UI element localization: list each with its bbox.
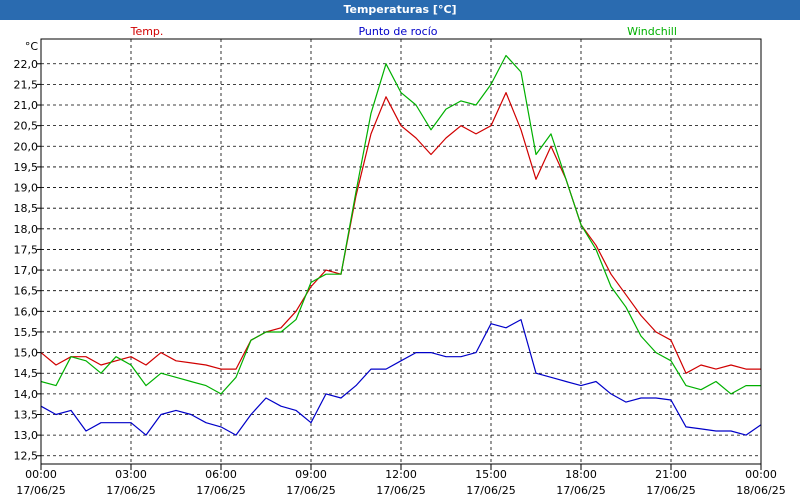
y-axis-unit: °C xyxy=(25,40,39,53)
y-tick-label: 19,0 xyxy=(14,182,39,195)
x-tick-time-label: 15:00 xyxy=(475,468,507,481)
y-tick-label: 15,0 xyxy=(14,347,39,360)
x-tick-date-label: 17/06/25 xyxy=(196,484,245,497)
y-tick-label: 22,0 xyxy=(14,58,39,71)
y-tick-label: 16,5 xyxy=(14,285,39,298)
y-tick-label: 21,5 xyxy=(14,78,39,91)
x-tick-time-label: 06:00 xyxy=(205,468,237,481)
y-tick-label: 14,5 xyxy=(14,367,39,380)
x-tick-date-label: 17/06/25 xyxy=(646,484,695,497)
y-tick-label: 13,5 xyxy=(14,408,39,421)
y-axis: 12,5 13,0 13,5 14,0 14,5 15,0 15,5 16,0 16,5 17,0… xyxy=(14,40,41,463)
legend-entry-2: Windchill xyxy=(627,25,677,38)
y-tick-label: 13,0 xyxy=(14,429,39,442)
y-tick-label: 12,5 xyxy=(14,450,39,463)
y-tick-label: 20,0 xyxy=(14,140,39,153)
y-tick-label: 17,0 xyxy=(14,264,39,277)
y-tick-label: 18,0 xyxy=(14,223,39,236)
y-tick-label: 14,0 xyxy=(14,388,39,401)
y-tick-label: 19,5 xyxy=(14,161,39,174)
y-tick-label: 15,5 xyxy=(14,326,39,339)
y-tick-label: 18,5 xyxy=(14,202,39,215)
chart-title: Temperaturas [°C] xyxy=(0,0,800,20)
y-tick-label: 20,5 xyxy=(14,120,39,133)
x-tick-date-label: 17/06/25 xyxy=(376,484,425,497)
x-tick-time-label: 12:00 xyxy=(385,468,417,481)
temperature-chart: 12,5 13,0 13,5 14,0 14,5 15,0 15,5 16,0 16,5 17,0… xyxy=(14,25,786,497)
x-tick-date-label: 18/06/25 xyxy=(736,484,785,497)
x-tick-time-label: 09:00 xyxy=(295,468,327,481)
x-tick-date-label: 17/06/25 xyxy=(556,484,605,497)
x-tick-date-label: 17/06/25 xyxy=(16,484,65,497)
x-tick-time-label: 21:00 xyxy=(655,468,687,481)
grid-lines xyxy=(41,39,761,464)
y-tick-label: 21,0 xyxy=(14,99,39,112)
legend-entry-0: Temp. xyxy=(130,25,164,38)
x-tick-time-label: 18:00 xyxy=(565,468,597,481)
legend: Temp. Punto de rocío Windchill xyxy=(130,25,677,38)
legend-entry-1: Punto de rocío xyxy=(358,25,437,38)
y-tick-label: 16,0 xyxy=(14,305,39,318)
x-tick-time-label: 03:00 xyxy=(115,468,147,481)
x-axis: 00:00 17/06/25 03:00 17/06/25 06:00 17/06/25 0… xyxy=(16,464,786,497)
y-tick-label: 17,5 xyxy=(14,243,39,256)
x-tick-date-label: 17/06/25 xyxy=(286,484,335,497)
x-tick-date-label: 17/06/25 xyxy=(106,484,155,497)
x-tick-time-label: 00:00 xyxy=(25,468,57,481)
x-tick-date-label: 17/06/25 xyxy=(466,484,515,497)
x-tick-time-label: 00:00 xyxy=(745,468,777,481)
